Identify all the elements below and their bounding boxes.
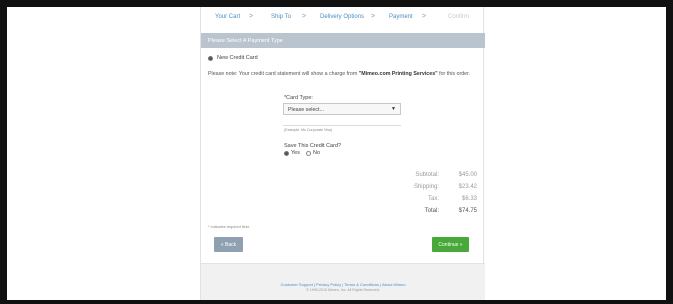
save-yes-label: Yes (291, 150, 300, 156)
shipping-value: $23.42 (458, 184, 477, 190)
total-value: $74.75 (458, 208, 477, 214)
save-no-radio[interactable] (305, 150, 311, 156)
save-yes-radio[interactable] (284, 150, 289, 156)
tax-value: $6.33 (461, 196, 477, 202)
total-row: Total: $74.75 (377, 208, 477, 220)
note-merchant: "Mimeo.com Printing Services" (358, 71, 438, 77)
step-chevron-icon: > (302, 13, 307, 20)
footer-copyright: © 1999-2015 Mimeo, Inc. All Rights Reser… (306, 288, 380, 292)
note-suffix: for this order. (437, 71, 471, 77)
subtotal-label: Subtotal: (415, 172, 439, 178)
shipping-label: Shipping: (413, 184, 439, 190)
step-chevron-icon: > (249, 13, 254, 20)
page-footer: Customer Support | Privacy Policy | Term… (201, 263, 485, 300)
step-payment[interactable]: Payment (389, 14, 413, 20)
step-chevron-icon: > (422, 13, 427, 20)
step-chevron-icon: > (371, 13, 376, 20)
save-card-label: Save This Credit Card? (284, 143, 342, 149)
total-label: Total: (424, 208, 439, 214)
payment-type-header: Please Select A Payment Type (201, 33, 485, 48)
radio-selected-icon[interactable] (208, 55, 213, 61)
save-no-label: No (312, 150, 321, 156)
order-totals: Subtotal: $45.00 Shipping: $23.42 Tax: $… (377, 172, 477, 220)
card-type-label: *Card Type: (284, 95, 313, 101)
back-button[interactable]: « Back (214, 237, 243, 252)
step-delivery-options[interactable]: Delivery Options (320, 14, 364, 20)
checkout-steps: Your Cart > Ship To > Delivery Options >… (201, 10, 485, 28)
step-confirm: Confirm (448, 14, 470, 20)
charge-note: Please note: Your credit card statement … (208, 71, 476, 78)
card-type-select[interactable]: Please select... ▼ (283, 103, 401, 115)
required-note: * Indicates required field. (208, 225, 250, 229)
step-your-cart[interactable]: Your Cart (215, 14, 240, 20)
footer-links[interactable]: Customer Support | Privacy Policy | Term… (201, 282, 485, 287)
continue-button[interactable]: Continue » (432, 237, 469, 252)
tax-label: Tax: (427, 196, 439, 202)
card-type-value: Please select... (288, 107, 324, 113)
step-ship-to[interactable]: Ship To (271, 14, 291, 20)
subtotal-row: Subtotal: $45.00 (377, 172, 477, 184)
new-credit-card-option[interactable]: New Credit Card (208, 55, 258, 61)
dropdown-arrow-icon: ▼ (391, 106, 396, 112)
save-card-options: Yes No (284, 150, 320, 156)
subtotal-value: $45.00 (458, 172, 477, 178)
note-prefix: Please note: Your credit card statement … (208, 71, 359, 77)
card-nickname-field[interactable] (283, 118, 401, 126)
checkout-page: Your Cart > Ship To > Delivery Options >… (200, 7, 485, 300)
tax-row: Tax: $6.33 (377, 196, 477, 208)
shipping-row: Shipping: $23.42 (377, 184, 477, 196)
card-nickname-example: (Example: Ms Corporate Visa) (284, 128, 333, 132)
new-credit-card-label: New Credit Card (217, 55, 258, 61)
